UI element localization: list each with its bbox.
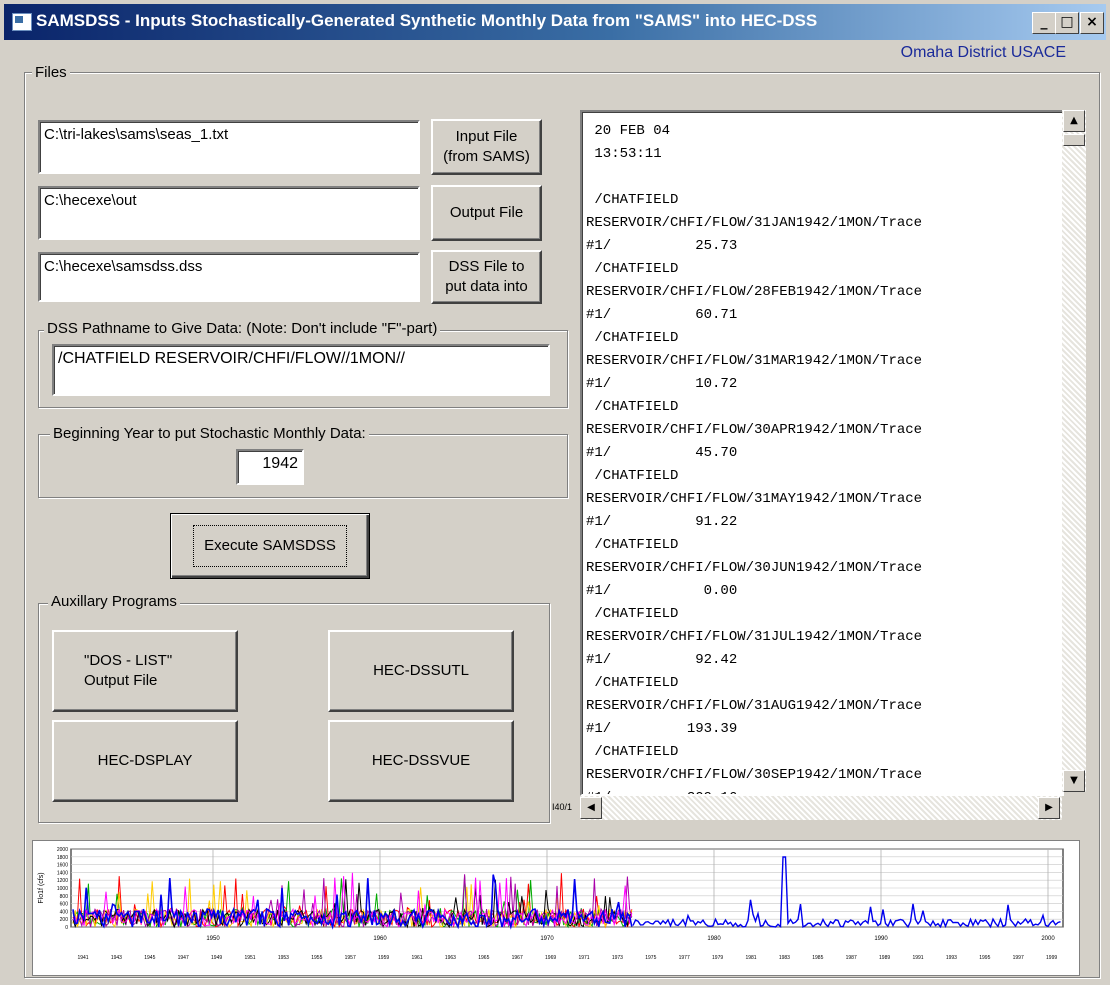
- year-tick-label: 1991: [912, 955, 923, 961]
- decade-label: 1990: [874, 936, 888, 942]
- dss-pathname-field[interactable]: /CHATFIELD RESERVOIR/CHFI/FLOW//1MON//: [52, 344, 550, 396]
- year-tick-label: 1947: [178, 955, 189, 961]
- scroll-down-arrow-icon[interactable]: ▼: [1063, 770, 1085, 792]
- pathname-group-label: DSS Pathname to Give Data: (Note: Don't …: [44, 320, 441, 337]
- y-tick-label: 1600: [57, 863, 68, 869]
- year-tick-label: 1979: [712, 955, 723, 961]
- decade-label: 2000: [1041, 936, 1055, 942]
- year-group-label: Beginning Year to put Stochastic Monthly…: [50, 425, 369, 442]
- year-tick-label: 1943: [111, 955, 122, 961]
- year-tick-label: 1999: [1046, 955, 1057, 961]
- year-tick-label: 1945: [144, 955, 155, 961]
- decade-label: 1970: [540, 936, 554, 942]
- year-tick-label: 1959: [378, 955, 389, 961]
- y-tick-label: 1200: [57, 878, 68, 884]
- y-tick-label: 1000: [57, 886, 68, 892]
- year-tick-label: 1995: [979, 955, 990, 961]
- dss-file-button[interactable]: DSS File to put data into: [431, 250, 542, 304]
- year-tick-label: 1953: [278, 955, 289, 961]
- horizontal-scrollbar[interactable]: ◀ ▶: [580, 796, 1062, 820]
- y-tick-label: 200: [60, 917, 69, 923]
- year-tick-label: 1967: [512, 955, 523, 961]
- year-tick-label: 1985: [812, 955, 823, 961]
- year-tick-label: 1987: [846, 955, 857, 961]
- dss-file-field[interactable]: C:\hecexe\samsdss.dss: [38, 252, 420, 302]
- y-tick-label: 1400: [57, 870, 68, 876]
- aux-group-label: Auxillary Programs: [48, 593, 180, 610]
- year-tick-label: 1951: [244, 955, 255, 961]
- close-button[interactable]: ×: [1080, 12, 1104, 34]
- year-tick-label: 1993: [946, 955, 957, 961]
- year-tick-label: 1955: [311, 955, 322, 961]
- dos-list-button[interactable]: "DOS - LIST" Output File: [52, 630, 238, 712]
- year-tick-label: 1949: [211, 955, 222, 961]
- y-tick-label: 0: [65, 925, 68, 931]
- window-title: SAMSDSS - Inputs Stochastically-Generate…: [36, 11, 818, 30]
- year-tick-label: 1997: [1013, 955, 1024, 961]
- scroll-thumb[interactable]: [1063, 134, 1085, 146]
- y-tick-label: 2000: [57, 847, 68, 853]
- y-axis-label: Flo1f (cfs): [38, 872, 45, 903]
- flow-plot: 2000 1800 1600 1400 1200 1000 800 600 400 200 0 195…: [32, 840, 1080, 976]
- maximize-button[interactable]: □: [1055, 12, 1079, 34]
- execute-label: Execute SAMSDSS: [193, 525, 347, 567]
- title-bar[interactable]: SAMSDSS - Inputs Stochastically-Generate…: [4, 4, 1106, 40]
- year-tick-label: 1961: [411, 955, 422, 961]
- year-tick-label: 1973: [612, 955, 623, 961]
- year-tick-label: 1971: [578, 955, 589, 961]
- files-group-label: Files: [32, 64, 70, 81]
- scroll-up-arrow-icon[interactable]: ▲: [1063, 110, 1085, 132]
- decade-label: 1950: [206, 936, 220, 942]
- y-tick-label: 400: [60, 909, 69, 915]
- decade-label: 1960: [373, 936, 387, 942]
- input-file-button[interactable]: Input File (from SAMS): [431, 119, 542, 175]
- execute-samsdss-button[interactable]: Execute SAMSDSS: [170, 513, 370, 579]
- output-text: 20 FEB 04 13:53:11 /CHATFIELD RESERVOIR/…: [586, 123, 923, 794]
- year-tick-label: 1941: [77, 955, 88, 961]
- year-tick-label: 1983: [779, 955, 790, 961]
- y-tick-label: 1800: [57, 855, 68, 861]
- hec-dssutl-button[interactable]: HEC-DSSUTL: [328, 630, 514, 712]
- year-tick-label: 1965: [478, 955, 489, 961]
- output-file-button[interactable]: Output File: [431, 185, 542, 241]
- vertical-scrollbar[interactable]: ▲ ▼: [1062, 110, 1086, 792]
- year-tick-label: 1975: [645, 955, 656, 961]
- y-tick-label: 800: [60, 894, 69, 900]
- y-tick-label: 600: [60, 902, 69, 908]
- output-file-field[interactable]: C:\hecexe\out: [38, 186, 420, 240]
- output-textarea[interactable]: 20 FEB 04 13:53:11 /CHATFIELD RESERVOIR/…: [580, 110, 1064, 796]
- record-indicator: I40/1: [552, 802, 573, 812]
- scroll-left-arrow-icon[interactable]: ◀: [580, 797, 602, 819]
- year-tick-label: 1969: [545, 955, 556, 961]
- year-tick-label: 1977: [679, 955, 690, 961]
- year-tick-label: 1963: [445, 955, 456, 961]
- decade-label: 1980: [707, 936, 721, 942]
- hec-dssvue-button[interactable]: HEC-DSSVUE: [328, 720, 514, 802]
- minimize-button[interactable]: _: [1032, 12, 1056, 34]
- samsdss-window: SAMSDSS - Inputs Stochastically-Generate…: [0, 0, 1110, 985]
- year-tick-label: 1957: [345, 955, 356, 961]
- district-label: Omaha District USACE: [900, 44, 1066, 61]
- year-tick-label: 1989: [879, 955, 890, 961]
- scroll-right-arrow-icon[interactable]: ▶: [1038, 797, 1060, 819]
- app-icon[interactable]: [12, 13, 32, 31]
- hec-dsplay-button[interactable]: HEC-DSPLAY: [52, 720, 238, 802]
- input-file-field[interactable]: C:\tri-lakes\sams\seas_1.txt: [38, 120, 420, 174]
- beginning-year-field[interactable]: 1942: [236, 449, 304, 485]
- year-tick-label: 1981: [745, 955, 756, 961]
- flow-plot-svg: 2000180016001400120010008006004002000195…: [38, 847, 1064, 961]
